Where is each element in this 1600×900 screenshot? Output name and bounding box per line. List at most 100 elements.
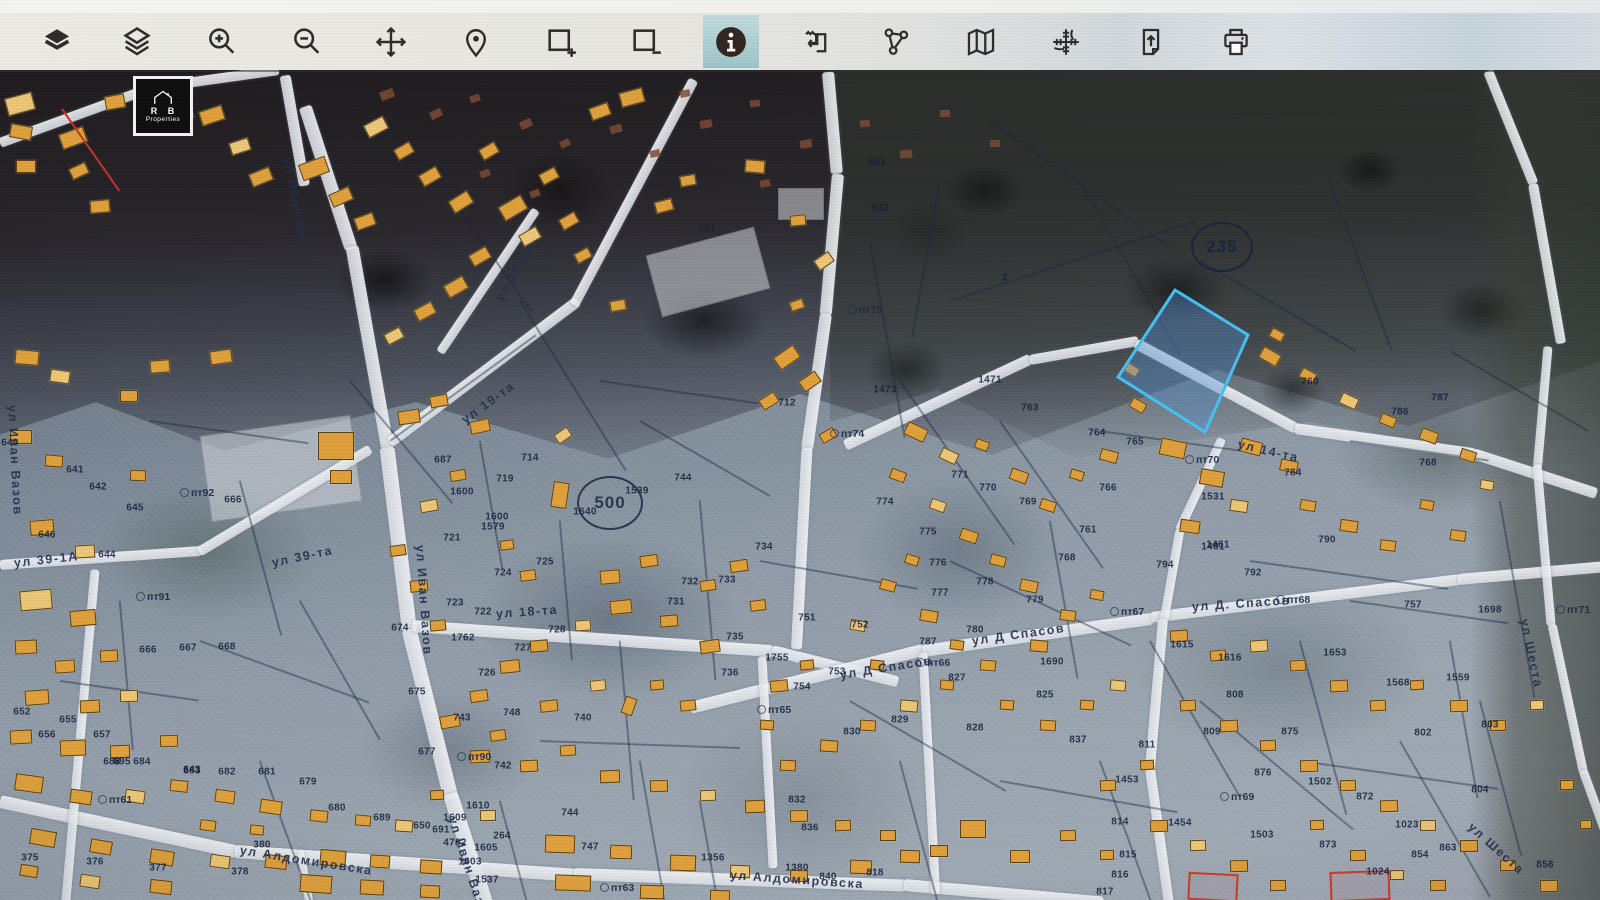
- building: [1370, 700, 1387, 712]
- street-segment: [822, 71, 843, 174]
- parcel-number: 761: [1079, 525, 1097, 536]
- parcel-number: 829: [891, 715, 909, 726]
- parcel-number: 377: [149, 863, 167, 874]
- zoom-window-out-button[interactable]: [618, 15, 674, 68]
- parcel-number: 725: [536, 557, 554, 568]
- building: [1100, 780, 1117, 792]
- export-page-button[interactable]: [1123, 15, 1179, 68]
- building: [1580, 820, 1592, 829]
- parcel-number: 778: [976, 577, 994, 588]
- zoom-window-in-button[interactable]: [533, 15, 589, 68]
- parcel-number: 724: [494, 568, 512, 579]
- parcel-number: 748: [503, 708, 521, 719]
- parcel-number: 751: [798, 613, 816, 624]
- building: [780, 760, 797, 772]
- parcel-number: 763: [1021, 403, 1039, 414]
- building: [573, 247, 592, 264]
- survey-point: пт90: [457, 751, 491, 763]
- parcel-boundary-line: [1250, 560, 1448, 589]
- linked-objects-button[interactable]: [868, 15, 924, 68]
- zoom-in-button[interactable]: [194, 15, 250, 68]
- parcel-number: 828: [966, 723, 984, 734]
- print-button[interactable]: [1208, 15, 1264, 68]
- building: [1080, 700, 1095, 711]
- building: [149, 359, 170, 374]
- zoom-out-button[interactable]: [279, 15, 335, 68]
- building: [700, 790, 716, 802]
- building: [670, 855, 697, 872]
- parcel-number: 774: [876, 497, 894, 508]
- building: [209, 349, 233, 366]
- survey-point-ring: [600, 883, 609, 892]
- parcel-number: 687: [434, 455, 452, 466]
- building: [654, 198, 674, 214]
- parcel-number: 679: [299, 777, 317, 788]
- building: [489, 729, 506, 742]
- parcel-number: 650: [413, 821, 431, 832]
- parcel-boundary-line: [990, 120, 1171, 247]
- building: [555, 874, 592, 891]
- parcel-number: 653: [868, 158, 886, 169]
- building: [498, 195, 529, 222]
- street-label: ул 14-та: [1236, 437, 1300, 465]
- parcel-number: 689: [373, 813, 391, 824]
- parcel-number: 858: [1536, 860, 1554, 871]
- building: [879, 578, 897, 593]
- layers-filled-button[interactable]: [29, 15, 85, 68]
- base-map-button[interactable]: [953, 15, 1009, 68]
- parcel-number: 732: [681, 577, 699, 588]
- map-canvas: 7141640153974472573273373173468771916001…: [0, 0, 1600, 900]
- parcel-number: 733: [718, 575, 736, 586]
- survey-point-ring: [1110, 607, 1119, 616]
- pan-icon: [374, 25, 408, 59]
- building: [773, 344, 801, 370]
- building: [1230, 860, 1248, 873]
- coordinates-grid-button[interactable]: [1038, 15, 1094, 68]
- building: [639, 554, 658, 568]
- building: [19, 589, 53, 612]
- previous-extent-button[interactable]: [788, 15, 844, 68]
- building: [558, 211, 580, 230]
- street-segment: [1579, 769, 1600, 900]
- map-viewport[interactable]: 7141640153974472573273373173468771916001…: [0, 0, 1600, 900]
- survey-point-ring: [757, 705, 766, 714]
- parcel-number: 714: [521, 453, 539, 464]
- parcel-number: 825: [1036, 690, 1054, 701]
- building: [29, 828, 57, 848]
- pan-button[interactable]: [363, 15, 419, 68]
- parcel-number: 760: [1301, 377, 1319, 388]
- street-label: ул Шеста: [1517, 618, 1545, 690]
- building: [443, 275, 469, 298]
- roof-patch: [469, 94, 481, 104]
- parcel-number: 768: [1419, 458, 1437, 469]
- identify-info-button[interactable]: [703, 15, 759, 68]
- parcel-number: 682: [218, 767, 236, 778]
- layers-filled-icon: [40, 25, 74, 59]
- parcel-number: 264: [493, 831, 511, 842]
- building: [1099, 448, 1119, 464]
- parcel-number: 875: [1281, 727, 1299, 738]
- print-icon: [1219, 25, 1253, 59]
- parcel-number: 376: [86, 857, 104, 868]
- building: [499, 539, 514, 551]
- locate-pin-button[interactable]: [448, 15, 504, 68]
- building: [250, 824, 265, 835]
- parcel-number: 809: [1203, 727, 1221, 738]
- roof-patch: [609, 124, 623, 135]
- parcel-number: 1600: [450, 487, 473, 498]
- building: [588, 102, 611, 121]
- parcel-number: 765: [1126, 437, 1144, 448]
- building: [679, 699, 696, 712]
- building: [309, 809, 328, 823]
- parcel-number: 747: [581, 842, 599, 853]
- building: [539, 699, 558, 713]
- parcel-number: 814: [1111, 817, 1129, 828]
- red-boundary-line: [61, 108, 120, 191]
- parcel-boundary-line: [999, 420, 1103, 568]
- parcel-number: 688: [103, 757, 121, 768]
- parcel-number: 675: [408, 687, 426, 698]
- layers-stack-button[interactable]: [109, 15, 165, 68]
- survey-point: пт68: [1276, 594, 1310, 606]
- building: [1540, 880, 1558, 892]
- building: [79, 874, 101, 890]
